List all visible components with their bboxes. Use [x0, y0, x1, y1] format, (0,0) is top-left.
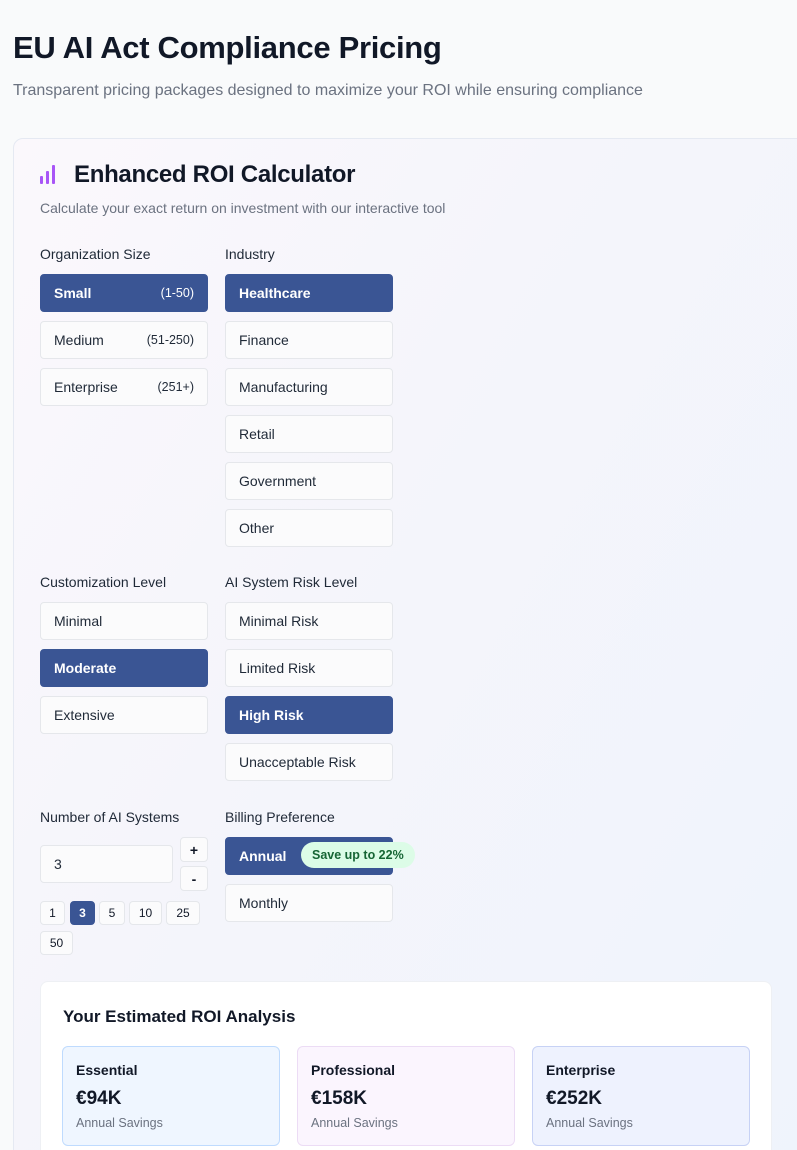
option-label: Medium: [54, 332, 104, 348]
org-size-option-medium[interactable]: Medium (51-250): [40, 321, 208, 359]
risk-option-limited[interactable]: Limited Risk: [225, 649, 393, 687]
option-label: Government: [239, 473, 317, 489]
industry-option-finance[interactable]: Finance: [225, 321, 393, 359]
billing-option-monthly[interactable]: Monthly: [225, 884, 393, 922]
tier-name: Essential: [76, 1062, 138, 1078]
option-label: Finance: [239, 332, 289, 348]
customization-option-extensive[interactable]: Extensive: [40, 696, 208, 734]
tier-caption: Annual Savings: [546, 1116, 633, 1130]
option-label: Extensive: [54, 707, 115, 723]
industry-option-healthcare[interactable]: Healthcare: [225, 274, 393, 312]
decrement-button[interactable]: -: [180, 866, 208, 891]
savings-badge: Save up to 22%: [301, 842, 415, 868]
industry-option-manufacturing[interactable]: Manufacturing: [225, 368, 393, 406]
risk-option-unacceptable[interactable]: Unacceptable Risk: [225, 743, 393, 781]
org-size-option-small[interactable]: Small (1-50): [40, 274, 208, 312]
page-subtitle: Transparent pricing packages designed to…: [13, 82, 643, 99]
tier-savings-value: €252K: [546, 1088, 602, 1109]
systems-preset-3[interactable]: 3: [70, 901, 95, 925]
risk-option-high[interactable]: High Risk: [225, 696, 393, 734]
option-label: Monthly: [239, 895, 289, 911]
option-label: Healthcare: [239, 285, 311, 301]
option-label: Manufacturing: [239, 379, 328, 395]
tier-name: Professional: [311, 1062, 396, 1078]
option-label: Retail: [239, 426, 275, 442]
systems-preset-5[interactable]: 5: [99, 901, 125, 925]
industry-option-other[interactable]: Other: [225, 509, 393, 547]
org-size-option-enterprise[interactable]: Enterprise (251+): [40, 368, 208, 406]
tier-caption: Annual Savings: [311, 1116, 398, 1130]
ai-systems-input[interactable]: 3: [40, 845, 173, 883]
option-label: Moderate: [54, 660, 117, 676]
calculator-header: Enhanced ROI Calculator: [40, 161, 355, 189]
option-label: Small: [54, 285, 92, 301]
calculator-title: Enhanced ROI Calculator: [74, 161, 356, 188]
systems-preset-25[interactable]: 25: [166, 901, 200, 925]
page-title: EU AI Act Compliance Pricing: [13, 30, 442, 65]
option-label: Other: [239, 520, 275, 536]
systems-preset-1[interactable]: 1: [40, 901, 65, 925]
roi-analysis-title: Your Estimated ROI Analysis: [63, 1007, 296, 1026]
option-label: Unacceptable Risk: [239, 754, 356, 770]
option-label: Limited Risk: [239, 660, 316, 676]
industry-option-government[interactable]: Government: [225, 462, 393, 500]
industry-option-retail[interactable]: Retail: [225, 415, 393, 453]
systems-preset-10[interactable]: 10: [129, 901, 162, 925]
tier-savings-value: €94K: [76, 1088, 122, 1109]
risk-option-minimal[interactable]: Minimal Risk: [225, 602, 393, 640]
industry-label: Industry: [225, 246, 275, 262]
option-range: (51-250): [146, 333, 194, 347]
option-label: Minimal: [54, 613, 103, 629]
customization-option-moderate[interactable]: Moderate: [40, 649, 208, 687]
roi-analysis-panel: Your Estimated ROI Analysis Essential €9…: [40, 981, 772, 1150]
billing-preference-label: Billing Preference: [225, 809, 335, 825]
risk-level-label: AI System Risk Level: [225, 574, 358, 590]
option-label: Minimal Risk: [239, 613, 319, 629]
systems-preset-50[interactable]: 50: [40, 931, 73, 955]
tier-name: Enterprise: [546, 1062, 616, 1078]
tier-caption: Annual Savings: [76, 1116, 163, 1130]
tier-card-essential[interactable]: Essential €94K Annual Savings: [62, 1046, 280, 1146]
option-range: (1-50): [160, 286, 194, 300]
tier-savings-value: €158K: [311, 1088, 367, 1109]
organization-size-label: Organization Size: [40, 246, 151, 262]
ai-systems-label: Number of AI Systems: [40, 809, 180, 825]
calculator-description: Calculate your exact return on investmen…: [40, 200, 446, 216]
customization-level-label: Customization Level: [40, 574, 167, 590]
bar-chart-icon: [40, 165, 60, 185]
roi-calculator-card: Enhanced ROI Calculator Calculate your e…: [13, 138, 797, 1150]
tier-card-enterprise[interactable]: Enterprise €252K Annual Savings: [532, 1046, 750, 1146]
customization-option-minimal[interactable]: Minimal: [40, 602, 208, 640]
option-label: Annual: [239, 848, 287, 864]
option-range: (251+): [157, 380, 194, 394]
increment-button[interactable]: +: [180, 837, 208, 862]
option-label: High Risk: [239, 707, 304, 723]
option-label: Enterprise: [54, 379, 118, 395]
tier-card-professional[interactable]: Professional €158K Annual Savings: [297, 1046, 515, 1146]
